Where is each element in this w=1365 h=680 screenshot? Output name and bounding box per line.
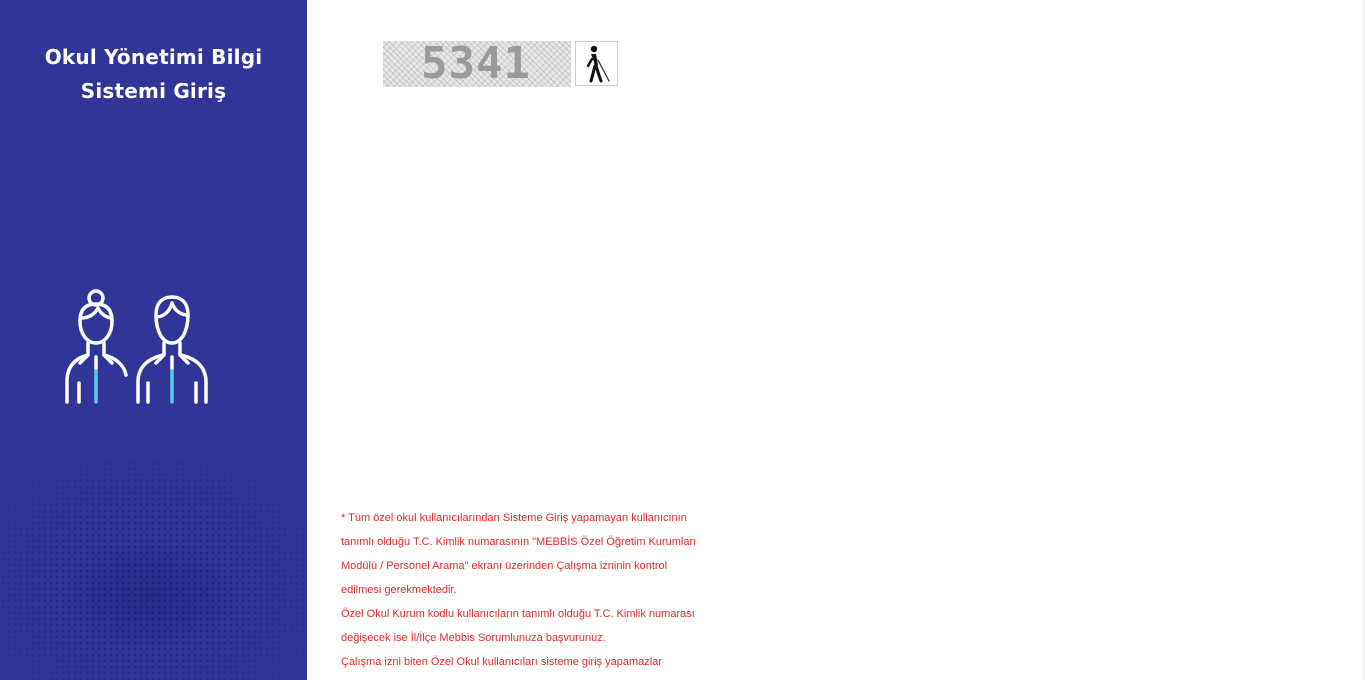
captcha-image: 5341 xyxy=(383,41,571,87)
title-line-2: Sistemi Giriş xyxy=(80,79,227,103)
notice-line: değişecek ise İl/İlçe Mebbis Sorumlunuza… xyxy=(341,632,606,644)
notice-line: Modülü / Personel Arama" ekranı üzerinde… xyxy=(341,560,668,572)
teachers-people-icon xyxy=(65,289,208,404)
sidebar-panel: Okul Yönetimi Bilgi Sistemi Giriş xyxy=(0,0,307,680)
notice-line: edilmesi gerekmektedir. xyxy=(341,584,457,596)
blind-person-accessibility-icon xyxy=(586,45,610,83)
notice-line: tanımlı olduğu T.C. Kimlik numarasının "… xyxy=(341,536,697,548)
warning-notice: * Tüm özel okul kullanıcılarından Sistem… xyxy=(341,506,721,674)
notice-line: Özel Okul Kurum kodlu kullanıcıların tan… xyxy=(341,608,695,620)
notice-line: Çalışma izni biten Özel Okul kullanıcıla… xyxy=(341,656,662,668)
page-title: Okul Yönetimi Bilgi Sistemi Giriş xyxy=(0,40,307,108)
title-line-1: Okul Yönetimi Bilgi xyxy=(44,45,263,69)
audio-captcha-button[interactable] xyxy=(575,41,618,86)
captcha-code: 5341 xyxy=(421,41,531,87)
halftone-shadow xyxy=(60,540,240,650)
notice-line: * Tüm özel okul kullanıcılarından Sistem… xyxy=(341,512,687,524)
